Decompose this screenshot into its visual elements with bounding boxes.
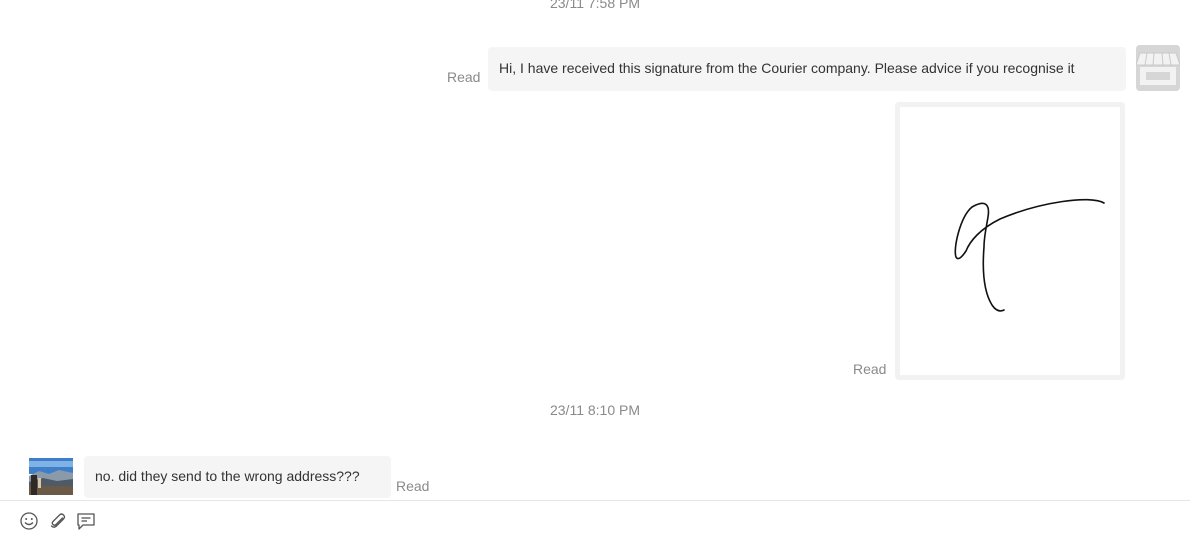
read-status: Read — [447, 69, 481, 85]
message-bubble[interactable]: no. did they send to the wrong address??… — [84, 456, 391, 498]
emoji-icon[interactable] — [19, 511, 39, 531]
image-message[interactable] — [895, 102, 1125, 380]
read-status: Read — [396, 478, 430, 494]
signature-image — [900, 107, 1120, 375]
timestamp: 23/11 8:10 PM — [549, 402, 641, 418]
mountain-photo — [29, 458, 73, 495]
chat-history[interactable]: 23/11 7:58 PM Read Hi, I have received t… — [0, 0, 1190, 500]
message-bubble[interactable]: Hi, I have received this signature from … — [488, 47, 1126, 91]
composer-toolbar — [0, 500, 1190, 538]
read-status: Read — [853, 361, 887, 377]
message-template-icon[interactable] — [76, 511, 96, 531]
user-avatar[interactable] — [29, 458, 73, 495]
store-icon — [1136, 45, 1180, 91]
timestamp: 23/11 7:58 PM — [549, 0, 641, 11]
shop-avatar[interactable] — [1136, 45, 1180, 91]
paperclip-icon[interactable] — [48, 511, 68, 531]
